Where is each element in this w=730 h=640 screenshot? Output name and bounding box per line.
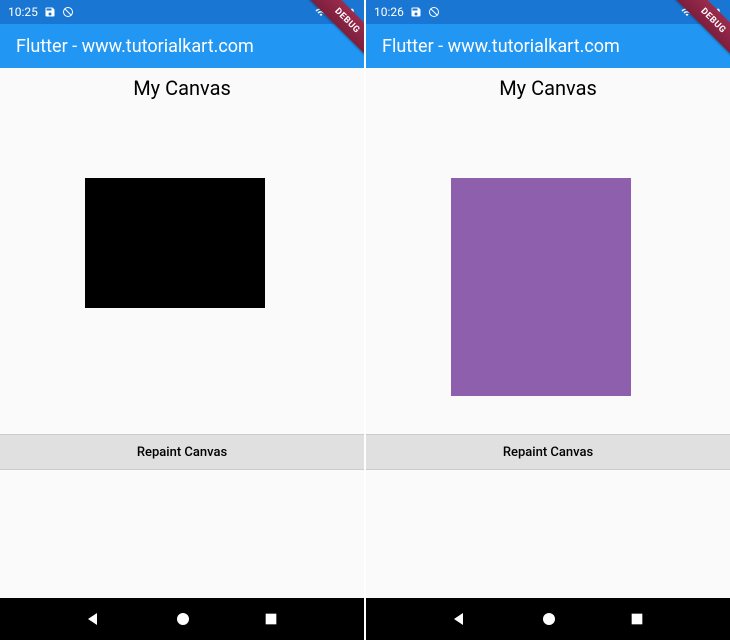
save-icon [44,6,56,18]
repaint-canvas-button[interactable]: Repaint Canvas [366,434,730,470]
nav-recent-icon[interactable] [629,611,645,627]
nav-recent-icon[interactable] [263,611,279,627]
no-icon [428,6,440,18]
nav-home-icon[interactable] [540,610,558,628]
repaint-canvas-button[interactable]: Repaint Canvas [0,434,364,470]
nav-back-icon[interactable] [85,610,103,628]
status-time: 10:25 [8,5,38,19]
navigation-bar [366,598,730,640]
canvas-title: My Canvas [0,68,364,100]
status-bar: 10:26 [366,0,730,24]
navigation-bar [0,598,364,640]
canvas-title: My Canvas [366,68,730,100]
app-bar: Flutter - www.tutorialkart.com [0,24,364,68]
status-left: 10:25 [8,5,74,19]
body-area: My Canvas Repaint Canvas [366,68,730,598]
no-icon [62,6,74,18]
status-time: 10:26 [374,5,404,19]
app-bar-title: Flutter - www.tutorialkart.com [382,36,620,57]
canvas-rectangle [451,178,631,396]
phone-screen-left: DEBUG 10:25 Flutter - www.tutorialkart.c… [0,0,364,640]
phone-screen-right: DEBUG 10:26 Flutter - www.tutorialkart.c… [366,0,730,640]
app-bar-title: Flutter - www.tutorialkart.com [16,36,254,57]
status-left: 10:26 [374,5,440,19]
body-area: My Canvas Repaint Canvas [0,68,364,598]
canvas-zone [366,100,730,434]
app-bar: Flutter - www.tutorialkart.com [366,24,730,68]
save-icon [410,6,422,18]
nav-home-icon[interactable] [174,610,192,628]
status-bar: 10:25 [0,0,364,24]
canvas-zone [0,100,364,434]
canvas-rectangle [85,178,265,308]
nav-back-icon[interactable] [451,610,469,628]
